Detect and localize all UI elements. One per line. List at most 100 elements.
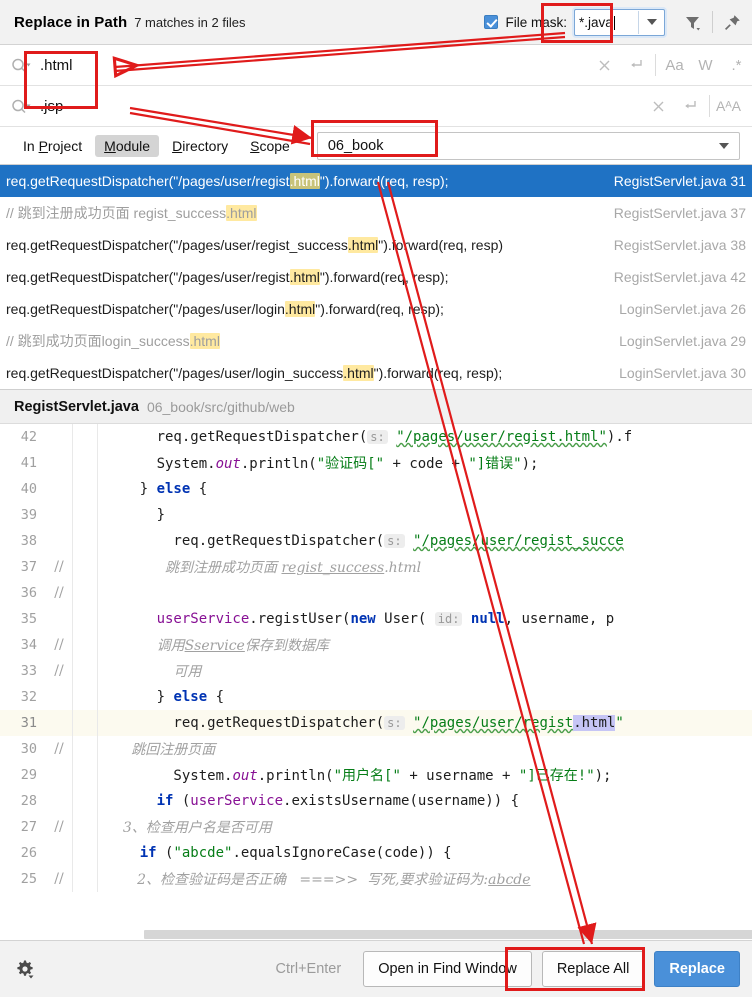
code-line[interactable]: 29 System.out.println("用户名[" + username …	[0, 762, 752, 788]
fold-gutter[interactable]	[72, 528, 98, 554]
fold-gutter[interactable]	[72, 554, 98, 580]
match-highlight: .html	[289, 173, 320, 189]
file-mask-dropdown-button[interactable]	[638, 10, 664, 34]
match-summary: 7 matches in 2 files	[134, 14, 246, 30]
result-location: RegistServlet.java 42	[613, 269, 746, 285]
code-line[interactable]: 41 System.out.println("验证码[" + code + "]…	[0, 450, 752, 476]
code-line[interactable]: 33 // 可用	[0, 658, 752, 684]
scrollbar-thumb[interactable]	[144, 930, 752, 939]
preview-file-name: RegistServlet.java	[14, 398, 139, 415]
file-mask-checkbox[interactable]	[484, 15, 499, 29]
words-toggle[interactable]: W	[690, 45, 721, 85]
code-line[interactable]: 39 }	[0, 502, 752, 528]
fold-gutter[interactable]	[72, 476, 98, 502]
fold-gutter[interactable]	[72, 866, 98, 892]
preview-pane: RegistServlet.java 06_book/src/github/we…	[0, 390, 752, 940]
results-list[interactable]: req.getRequestDispatcher("/pages/user/re…	[0, 165, 752, 390]
replace-input[interactable]: .jsp	[38, 98, 642, 115]
code-text: if ("abcde".equalsIgnoreCase(code)) {	[139, 845, 452, 861]
code-editor[interactable]: 42 req.getRequestDispatcher(s: "/pages/u…	[0, 424, 752, 940]
horizontal-scrollbar[interactable]	[46, 929, 752, 940]
match-highlight: .html	[289, 269, 320, 285]
result-text: req.getRequestDispatcher("/pages/user/re…	[6, 173, 449, 189]
line-number: 26	[20, 845, 37, 861]
module-dropdown-button[interactable]	[709, 142, 739, 149]
replace-button[interactable]: Replace	[654, 951, 740, 987]
result-row[interactable]: req.getRequestDispatcher("/pages/user/re…	[0, 165, 752, 197]
result-location: LoginServlet.java 30	[619, 365, 746, 381]
preserve-case-toggle[interactable]: AᴬA	[713, 86, 744, 126]
fold-gutter[interactable]	[72, 502, 98, 528]
fold-gutter[interactable]	[72, 450, 98, 476]
comment-marker: //	[54, 741, 64, 757]
fold-gutter[interactable]	[72, 840, 98, 866]
settings-button[interactable]	[14, 958, 48, 980]
find-multiline-button[interactable]	[620, 45, 652, 85]
text-caret	[613, 15, 615, 30]
result-text: req.getRequestDispatcher("/pages/user/lo…	[6, 365, 503, 381]
filter-button[interactable]	[673, 0, 712, 45]
code-line[interactable]: 32 } else {	[0, 684, 752, 710]
find-clear-button[interactable]	[588, 45, 620, 85]
code-line[interactable]: 30 // 跳回注册页面	[0, 736, 752, 762]
comment-marker: //	[54, 585, 64, 601]
regex-toggle[interactable]: .*	[721, 45, 752, 85]
code-text: req.getRequestDispatcher(s: "/pages/user…	[106, 533, 624, 549]
fold-gutter[interactable]	[72, 606, 98, 632]
result-row[interactable]: // 跳到成功页面login_success.html LoginServlet.…	[0, 325, 752, 357]
code-text: req.getRequestDispatcher(s: "/pages/user…	[106, 429, 633, 445]
line-number: 27	[20, 819, 37, 835]
result-row[interactable]: req.getRequestDispatcher("/pages/user/lo…	[0, 293, 752, 325]
scope-tab-scope[interactable]: Scope	[241, 135, 299, 157]
code-text: } else {	[106, 689, 225, 705]
fold-gutter[interactable]	[72, 658, 98, 684]
code-line[interactable]: 25 // 2、检查验证码是否正确 ===>> 写死,要求验证码为:abcde	[0, 866, 752, 892]
result-row[interactable]: req.getRequestDispatcher("/pages/user/re…	[0, 261, 752, 293]
code-line[interactable]: 37 // 跳到注册成功页面 regist_success.html	[0, 554, 752, 580]
fold-gutter[interactable]	[72, 684, 98, 710]
fold-gutter[interactable]	[72, 762, 98, 788]
fold-gutter[interactable]	[72, 788, 98, 814]
line-number: 32	[20, 689, 37, 705]
code-line[interactable]: 31 req.getRequestDispatcher(s: "/pages/u…	[0, 710, 752, 736]
code-line[interactable]: 38 req.getRequestDispatcher(s: "/pages/u…	[0, 528, 752, 554]
line-number: 39	[20, 507, 37, 523]
code-line[interactable]: 28 if (userService.existsUsername(userna…	[0, 788, 752, 814]
line-number: 34	[20, 637, 37, 653]
replace-multiline-button[interactable]	[674, 86, 706, 126]
fold-gutter[interactable]	[72, 814, 98, 840]
match-highlight: .html	[343, 365, 374, 381]
code-text: 跳回注册页面	[131, 742, 216, 758]
result-location: RegistServlet.java 37	[613, 205, 746, 221]
result-text: req.getRequestDispatcher("/pages/user/lo…	[6, 301, 444, 317]
scope-tab-directory[interactable]: Directory	[163, 135, 237, 157]
line-number: 40	[20, 481, 37, 497]
match-case-toggle[interactable]: Aa	[659, 45, 690, 85]
replace-clear-button[interactable]	[642, 86, 674, 126]
fold-gutter[interactable]	[72, 424, 98, 450]
fold-gutter[interactable]	[72, 632, 98, 658]
code-line[interactable]: 34 // 调用Sservice保存到数据库	[0, 632, 752, 658]
result-row[interactable]: req.getRequestDispatcher("/pages/user/lo…	[0, 357, 752, 389]
code-line[interactable]: 40 } else {	[0, 476, 752, 502]
code-text: req.getRequestDispatcher(s: "/pages/user…	[106, 715, 624, 731]
comment-marker: //	[54, 559, 64, 575]
code-line[interactable]: 36 //	[0, 580, 752, 606]
fold-gutter[interactable]	[72, 736, 98, 762]
find-input[interactable]: .html	[38, 57, 588, 74]
pin-button[interactable]	[713, 0, 752, 45]
result-row[interactable]: // 跳到注册成功页面 regist_success.html RegistSer…	[0, 197, 752, 229]
code-line[interactable]: 35 userService.registUser(new User( id: …	[0, 606, 752, 632]
fold-gutter[interactable]	[72, 710, 98, 736]
match-highlight: .html	[284, 301, 316, 317]
fold-gutter[interactable]	[72, 580, 98, 606]
code-line[interactable]: 26 if ("abcde".equalsIgnoreCase(code)) {	[0, 840, 752, 866]
code-line[interactable]: 27 // 3、检查用户名是否可用	[0, 814, 752, 840]
code-line[interactable]: 42 req.getRequestDispatcher(s: "/pages/u…	[0, 424, 752, 450]
scope-tab-in-project[interactable]: In Project	[14, 135, 91, 157]
find-row-actions: Aa W .*	[588, 45, 752, 85]
replace-row-actions: AᴬA	[642, 86, 752, 126]
scope-tab-module[interactable]: Module	[95, 134, 160, 157]
pin-icon	[724, 14, 740, 30]
result-row[interactable]: req.getRequestDispatcher("/pages/user/re…	[0, 229, 752, 261]
